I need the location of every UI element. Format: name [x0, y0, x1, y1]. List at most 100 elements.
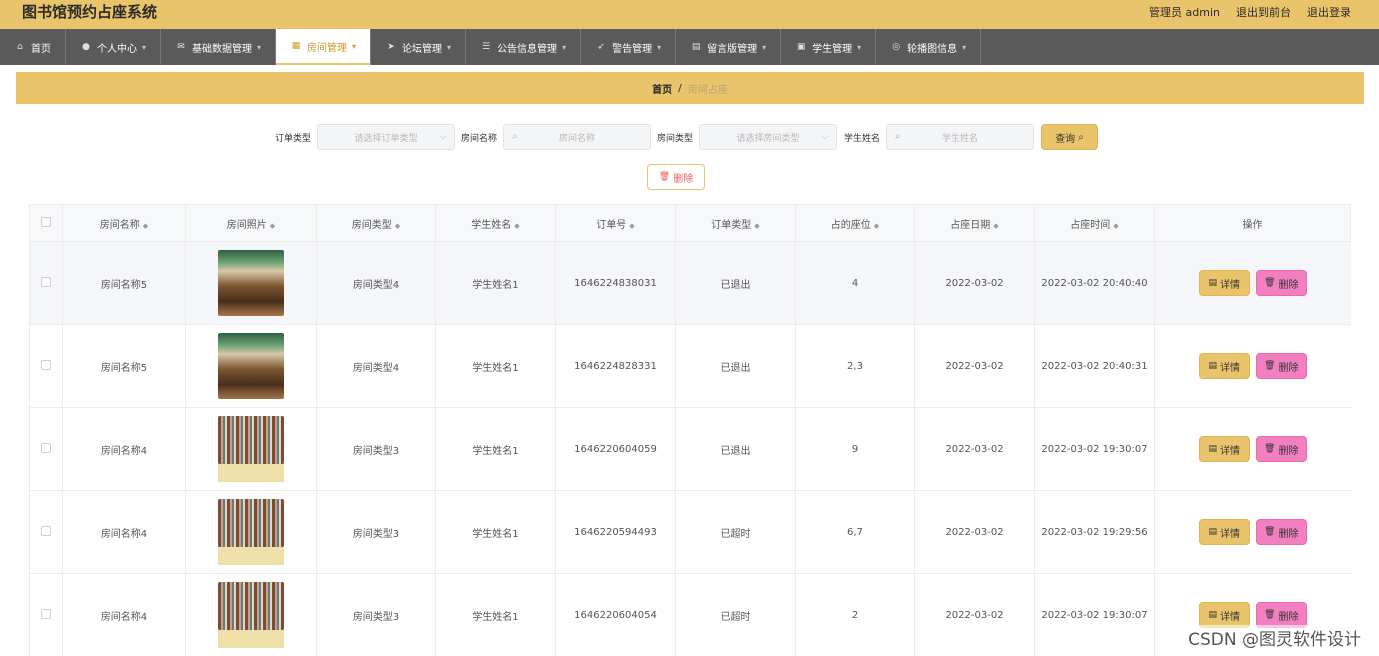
detail-button[interactable]: ▤ 详情	[1198, 353, 1250, 379]
header-room-photo[interactable]: 房间照片 ◆	[185, 204, 317, 242]
row-select-cell[interactable]	[29, 573, 63, 656]
nav-item-1[interactable]: ● 个人中心 ▾	[66, 29, 162, 65]
cell-order-type: 已退出	[675, 324, 796, 408]
cell-date: 2022-03-02	[914, 573, 1035, 656]
nav-item-2[interactable]: ✉ 基础数据管理 ▾	[161, 29, 277, 65]
select-all-checkbox[interactable]	[41, 216, 51, 227]
detail-button[interactable]: ▤ 详情	[1198, 436, 1250, 462]
student-name-input[interactable]: ⌕ 学生姓名	[886, 124, 1034, 150]
row-checkbox[interactable]	[41, 442, 51, 453]
row-checkbox[interactable]	[41, 276, 51, 287]
detail-button[interactable]: ▤ 详情	[1198, 270, 1250, 296]
logout-link[interactable]: 退出登录	[1307, 4, 1351, 20]
orders-table: 房间名称 ◆ 房间照片 ◆ 房间类型 ◆ 学生姓名 ◆ 订单号 ◆ 订单类型 ◆ 占的座位 ◆…	[29, 204, 1351, 656]
student-name-label: 学生姓名	[844, 134, 881, 144]
row-select-cell[interactable]	[29, 241, 63, 325]
sort-icon: ◆	[514, 221, 520, 230]
briefcase-icon: ▤	[691, 42, 701, 52]
nav-item-9[interactable]: ◎ 轮播图信息 ▾	[876, 29, 982, 65]
header-student-name[interactable]: 学生姓名 ◆	[435, 204, 556, 242]
nav-item-label: 首页	[31, 43, 51, 55]
row-checkbox[interactable]	[41, 608, 51, 619]
search-icon: ⌕	[1078, 131, 1084, 143]
cell-seats: 2	[795, 573, 915, 656]
row-select-cell[interactable]	[29, 324, 63, 408]
room-name-placeholder: 房间名称	[558, 133, 595, 144]
row-select-cell[interactable]	[29, 490, 63, 574]
nav-item-7[interactable]: ▤ 留言版管理 ▾	[676, 29, 782, 65]
cell-room-photo	[185, 490, 317, 574]
row-delete-button[interactable]: 🗑 删除	[1255, 436, 1307, 462]
cell-room-name: 房间名称4	[62, 407, 186, 491]
cell-order-type: 已退出	[675, 241, 796, 325]
room-name-input[interactable]: ⌕ 房间名称	[503, 124, 651, 150]
paper-plane-icon: ➶	[597, 42, 605, 52]
document-icon: ▤	[1208, 278, 1217, 288]
exit-front-link[interactable]: 退出到前台	[1236, 4, 1291, 20]
chevron-down-icon: ▾	[257, 42, 262, 52]
header-room-name[interactable]: 房间名称 ◆	[62, 204, 186, 242]
row-select-cell[interactable]	[29, 407, 63, 491]
nav-item-label: 轮播图信息	[907, 43, 958, 55]
room-photo	[218, 582, 284, 648]
cell-date: 2022-03-02	[914, 241, 1035, 325]
cell-date: 2022-03-02	[914, 407, 1035, 491]
header-seats[interactable]: 占的座位 ◆	[795, 204, 915, 242]
room-photo	[218, 416, 284, 482]
cell-date: 2022-03-02	[914, 490, 1035, 574]
header-order-no[interactable]: 订单号 ◆	[555, 204, 676, 242]
trash-icon: 🗑	[658, 172, 671, 182]
query-label: 查询	[1055, 133, 1076, 145]
room-photo	[218, 250, 284, 316]
cell-time: 2022-03-02 20:40:31	[1034, 324, 1155, 408]
row-checkbox[interactable]	[41, 525, 51, 536]
query-button[interactable]: 查询 ⌕	[1041, 124, 1098, 150]
nav-item-3[interactable]: ▦ 房间管理 ▾	[276, 29, 372, 65]
sort-icon: ◆	[142, 221, 149, 230]
admin-label: 管理员 admin	[1149, 6, 1220, 19]
cell-room-photo	[185, 324, 317, 408]
detail-label: 详情	[1220, 611, 1240, 623]
cell-room-name: 房间名称5	[62, 241, 186, 325]
cell-room-photo	[185, 573, 317, 656]
nav-item-6[interactable]: ➶ 警告管理 ▾	[581, 29, 677, 65]
row-delete-button[interactable]: 🗑 删除	[1255, 519, 1307, 545]
order-type-select[interactable]: 请选择订单类型 ⌵	[317, 124, 455, 150]
student-name-placeholder: 学生姓名	[941, 133, 978, 144]
header-actions: 操作	[1154, 204, 1351, 242]
header-room-type[interactable]: 房间类型 ◆	[316, 204, 436, 242]
list-icon: ☰	[482, 42, 491, 52]
order-type-label: 订单类型	[275, 134, 312, 144]
nav-item-0[interactable]: ⌂ 首页	[0, 29, 66, 65]
room-type-label: 房间类型	[657, 134, 694, 144]
cell-room-name: 房间名称5	[62, 324, 186, 408]
select-all-cell[interactable]	[29, 204, 63, 242]
compass-icon: ◎	[892, 42, 901, 52]
header-order-type[interactable]: 订单类型 ◆	[675, 204, 796, 242]
row-delete-button[interactable]: 🗑 删除	[1255, 270, 1307, 296]
cell-time: 2022-03-02 19:29:56	[1034, 490, 1155, 574]
nav-item-label: 论坛管理	[402, 43, 443, 55]
row-delete-label: 删除	[1278, 528, 1299, 540]
room-type-select[interactable]: 请选择房间类型 ⌵	[699, 124, 837, 150]
breadcrumb-home[interactable]: 首页	[652, 81, 672, 96]
cell-time: 2022-03-02 20:40:40	[1034, 241, 1155, 325]
nav-item-5[interactable]: ☰ 公告信息管理 ▾	[466, 29, 582, 65]
row-checkbox[interactable]	[41, 359, 51, 370]
nav-item-4[interactable]: ➤ 论坛管理 ▾	[371, 29, 467, 65]
detail-button[interactable]: ▤ 详情	[1198, 519, 1250, 545]
row-actions: ▤ 详情 🗑 删除	[1155, 270, 1351, 296]
chevron-down-icon: ▾	[352, 41, 357, 51]
nav-item-label: 学生管理	[812, 43, 853, 55]
document-icon: ▤	[1208, 610, 1217, 620]
app-title: 图书馆预约占座系统	[22, 3, 158, 21]
batch-delete-button[interactable]: 🗑 删除	[647, 164, 705, 190]
cell-actions: ▤ 详情 🗑 删除	[1154, 324, 1351, 408]
row-delete-button[interactable]: 🗑 删除	[1255, 353, 1307, 379]
chevron-down-icon: ▾	[657, 42, 662, 52]
detail-label: 详情	[1220, 362, 1240, 374]
header-time[interactable]: 占座时间 ◆	[1034, 204, 1155, 242]
header-date[interactable]: 占座日期 ◆	[914, 204, 1035, 242]
nav-item-8[interactable]: ▣ 学生管理 ▾	[781, 29, 877, 65]
row-delete-label: 删除	[1278, 445, 1299, 457]
